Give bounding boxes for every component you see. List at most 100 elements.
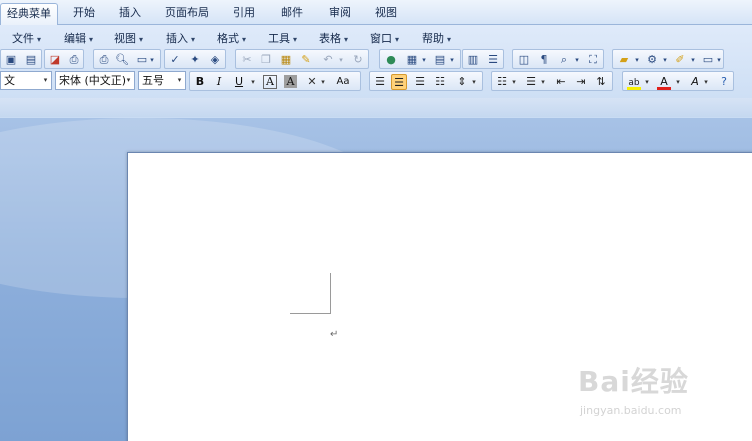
font-color-swatch (657, 87, 671, 90)
text-direction-icon[interactable]: ☰ (485, 52, 501, 68)
menu-table[interactable]: 表格 ▾ (319, 31, 348, 47)
align-right-icon[interactable]: ☰ (412, 74, 428, 90)
tab-home[interactable]: 开始 (62, 3, 106, 24)
bullet-list-icon[interactable]: ☰ (523, 74, 539, 90)
menu-file[interactable]: 文件 ▾ (12, 31, 41, 47)
menu-file-label: 文件 (12, 32, 34, 45)
change-case-button[interactable]: Aa (333, 74, 353, 90)
chevron-down-icon[interactable]: ▾ (318, 74, 328, 90)
cut-icon[interactable]: ✂ (239, 52, 255, 68)
toolbar-group-alignment: ☰ ☰ ☰ ☷ ⇕ ▾ (369, 71, 483, 91)
menu-edit[interactable]: 编辑 ▾ (64, 31, 93, 47)
font-select[interactable]: 宋体 (中文正) ▾ (55, 71, 135, 90)
toolbar-group-lists: ☷ ▾ ☰ ▾ ⇤ ⇥ ⇅ (491, 71, 613, 91)
chevron-down-icon[interactable]: ▾ (248, 74, 258, 90)
align-center-icon[interactable]: ☰ (391, 74, 407, 90)
print-icon[interactable]: ⎙ (96, 52, 112, 68)
show-hide-icon[interactable]: ¶ (536, 52, 552, 68)
menu-window[interactable]: 窗口 ▾ (370, 31, 399, 47)
translate-icon[interactable]: ◈ (207, 52, 223, 68)
chevron-down-icon[interactable]: ▾ (632, 52, 642, 68)
chevron-down-icon: ▾ (37, 35, 42, 44)
chevron-down-icon: ▾ (242, 35, 247, 44)
chevron-down-icon[interactable]: ▾ (469, 74, 479, 90)
save-icon[interactable]: ▣ (3, 52, 19, 68)
tab-page-layout[interactable]: 页面布局 (156, 3, 218, 24)
chevron-down-icon[interactable]: ▾ (701, 74, 711, 90)
tab-view[interactable]: 视图 (364, 3, 408, 24)
print-preview-icon[interactable]: ⎙ (66, 52, 82, 68)
font-size-select[interactable]: 五号 ▾ (138, 71, 186, 90)
drawing-icon[interactable]: ◫ (516, 52, 532, 68)
paste-icon[interactable]: ▦ (278, 52, 294, 68)
insert-table-icon[interactable]: ▤ (432, 52, 448, 68)
toolbar-group-columns: ▥ ☰ (462, 49, 504, 69)
tab-review[interactable]: 审阅 (318, 3, 362, 24)
chevron-down-icon[interactable]: ▾ (714, 52, 724, 68)
pencil-icon[interactable]: ✐ (672, 52, 688, 68)
tab-insert[interactable]: 插入 (108, 3, 152, 24)
format-painter-icon[interactable]: ✎ (298, 52, 314, 68)
chevron-down-icon[interactable]: ▾ (688, 52, 698, 68)
chevron-down-icon: ▾ (126, 76, 131, 84)
tab-classic-menu[interactable]: 经典菜单 (0, 3, 58, 25)
spelling-icon[interactable]: ✓ (167, 52, 183, 68)
chevron-down-icon: ▾ (139, 35, 144, 44)
chevron-down-icon[interactable]: ▾ (447, 52, 457, 68)
chevron-down-icon: ▾ (344, 35, 349, 44)
chevron-down-icon[interactable]: ▾ (509, 74, 519, 90)
menu-tools-label: 工具 (268, 32, 290, 45)
toolbar-group-proofing: ✓ ✦ ◈ (164, 49, 226, 69)
folder-icon[interactable]: ▰ (616, 52, 632, 68)
pdf-icon[interactable]: ◪ (47, 52, 63, 68)
redo-icon[interactable]: ↻ (350, 52, 366, 68)
line-spacing-icon[interactable]: ⇕ (454, 74, 470, 90)
preview-icon[interactable]: 🔍︎ (114, 52, 130, 68)
tab-references[interactable]: 引用 (222, 3, 266, 24)
chevron-down-icon[interactable]: ▾ (572, 52, 582, 68)
chevron-down-icon[interactable]: ▾ (673, 74, 683, 90)
research-icon[interactable]: ✦ (187, 52, 203, 68)
style-select[interactable]: 文 ▾ (0, 71, 52, 90)
underline-button[interactable]: U (231, 74, 247, 90)
italic-button[interactable]: I (211, 74, 227, 90)
full-screen-icon[interactable]: ⛶ (585, 52, 601, 68)
character-shading-button[interactable]: A (284, 75, 297, 88)
menu-tools[interactable]: 工具 ▾ (268, 31, 297, 47)
baidu-watermark: Bai经验 jingyan.baidu.com (578, 360, 748, 430)
menu-view[interactable]: 视图 ▾ (114, 31, 143, 47)
chevron-down-icon: ▾ (43, 76, 48, 84)
menu-format[interactable]: 格式 ▾ (217, 31, 246, 47)
menu-insert[interactable]: 插入 ▾ (166, 31, 195, 47)
sort-icon[interactable]: ⇅ (593, 74, 609, 90)
chevron-down-icon[interactable]: ▾ (538, 74, 548, 90)
menu-help[interactable]: 帮助 ▾ (422, 31, 451, 47)
columns-icon[interactable]: ▥ (465, 52, 481, 68)
chevron-down-icon[interactable]: ▾ (419, 52, 429, 68)
justify-icon[interactable]: ☷ (432, 74, 448, 90)
borders-icon[interactable]: ▦ (404, 52, 420, 68)
hyperlink-icon[interactable]: ● (383, 52, 399, 68)
menu-insert-label: 插入 (166, 32, 188, 45)
font-size-value: 五号 (142, 74, 164, 87)
decrease-indent-icon[interactable]: ⇤ (553, 74, 569, 90)
menu-help-label: 帮助 (422, 32, 444, 45)
help-icon[interactable]: ? (716, 74, 732, 90)
align-left-icon[interactable]: ☰ (372, 74, 388, 90)
tab-mailings[interactable]: 邮件 (270, 3, 314, 24)
character-border-button[interactable]: A (263, 75, 277, 89)
zoom-icon[interactable]: ⌕ (556, 52, 572, 68)
chevron-down-icon[interactable]: ▾ (147, 52, 157, 68)
bold-button[interactable]: B (192, 74, 208, 90)
chevron-down-icon: ▾ (447, 35, 452, 44)
save-as-icon[interactable]: ▤ (23, 52, 39, 68)
increase-indent-icon[interactable]: ⇥ (573, 74, 589, 90)
undo-icon[interactable]: ↶ (320, 52, 336, 68)
chevron-down-icon[interactable]: ▾ (660, 52, 670, 68)
style-select-value: 文 (4, 74, 15, 87)
chevron-down-icon[interactable]: ▾ (336, 52, 346, 68)
copy-icon[interactable]: ❐ (258, 52, 274, 68)
tools-icon[interactable]: ⚙ (644, 52, 660, 68)
numbered-list-icon[interactable]: ☷ (494, 74, 510, 90)
chevron-down-icon[interactable]: ▾ (642, 74, 652, 90)
